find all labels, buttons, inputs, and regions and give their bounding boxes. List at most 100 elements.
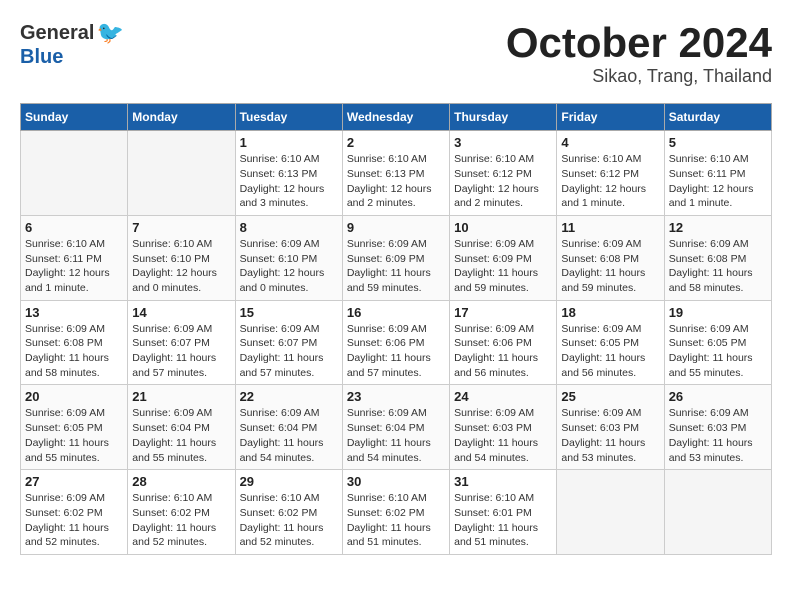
day-number: 25 <box>561 389 659 404</box>
calendar-cell <box>21 131 128 216</box>
calendar-cell: 20Sunrise: 6:09 AMSunset: 6:05 PMDayligh… <box>21 385 128 470</box>
calendar-cell: 5Sunrise: 6:10 AMSunset: 6:11 PMDaylight… <box>664 131 771 216</box>
cell-info: Sunrise: 6:09 AMSunset: 6:03 PMDaylight:… <box>561 406 659 465</box>
logo-general-text: General <box>20 22 94 45</box>
calendar-week-5: 27Sunrise: 6:09 AMSunset: 6:02 PMDayligh… <box>21 470 772 555</box>
calendar-cell: 2Sunrise: 6:10 AMSunset: 6:13 PMDaylight… <box>342 131 449 216</box>
location-title: Sikao, Trang, Thailand <box>506 66 772 87</box>
day-number: 7 <box>132 220 230 235</box>
cell-info: Sunrise: 6:10 AMSunset: 6:12 PMDaylight:… <box>454 152 552 211</box>
calendar-cell: 7 Sunrise: 6:10 AMSunset: 6:10 PMDaylight… <box>128 215 235 300</box>
cell-info: Sunrise: 6:10 AMSunset: 6:02 PMDaylight:… <box>240 491 338 550</box>
calendar-cell: 30 Sunrise: 6:10 AMSunset: 6:02 PMDayligh… <box>342 470 449 555</box>
day-number: 22 <box>240 389 338 404</box>
calendar-cell: 3 Sunrise: 6:10 AMSunset: 6:12 PMDaylight… <box>450 131 557 216</box>
calendar-cell: 24Sunrise: 6:09 AMSunset: 6:03 PMDayligh… <box>450 385 557 470</box>
day-number: 14 <box>132 305 230 320</box>
logo-bird-icon: 🐦 <box>96 20 123 46</box>
weekday-header-wednesday: Wednesday <box>342 104 449 131</box>
calendar-cell: 6 Sunrise: 6:10 AMSunset: 6:11 PMDaylight… <box>21 215 128 300</box>
day-number: 30 <box>347 474 445 489</box>
weekday-header-monday: Monday <box>128 104 235 131</box>
cell-info: Sunrise: 6:10 AMSunset: 6:11 PMDaylight:… <box>25 237 123 296</box>
calendar-cell: 28 Sunrise: 6:10 AMSunset: 6:02 PMDayligh… <box>128 470 235 555</box>
day-number: 1 <box>240 135 338 150</box>
cell-info: Sunrise: 6:09 AMSunset: 6:08 PMDaylight:… <box>669 237 767 296</box>
calendar-week-2: 6 Sunrise: 6:10 AMSunset: 6:11 PMDaylight… <box>21 215 772 300</box>
cell-info: Sunrise: 6:09 AMSunset: 6:05 PMDaylight:… <box>561 322 659 381</box>
calendar-cell: 18 Sunrise: 6:09 AMSunset: 6:05 PMDayligh… <box>557 300 664 385</box>
calendar-week-4: 20Sunrise: 6:09 AMSunset: 6:05 PMDayligh… <box>21 385 772 470</box>
cell-info: Sunrise: 6:09 AMSunset: 6:07 PMDaylight:… <box>240 322 338 381</box>
month-title: October 2024 <box>506 20 772 66</box>
day-number: 10 <box>454 220 552 235</box>
cell-info: Sunrise: 6:10 AMSunset: 6:02 PMDaylight:… <box>132 491 230 550</box>
calendar-cell: 19 Sunrise: 6:09 AMSunset: 6:05 PMDayligh… <box>664 300 771 385</box>
calendar-cell: 4Sunrise: 6:10 AMSunset: 6:12 PMDaylight… <box>557 131 664 216</box>
day-number: 15 <box>240 305 338 320</box>
cell-info: Sunrise: 6:09 AMSunset: 6:06 PMDaylight:… <box>347 322 445 381</box>
weekday-header-thursday: Thursday <box>450 104 557 131</box>
calendar-cell: 17Sunrise: 6:09 AMSunset: 6:06 PMDayligh… <box>450 300 557 385</box>
cell-info: Sunrise: 6:09 AMSunset: 6:03 PMDaylight:… <box>669 406 767 465</box>
cell-info: Sunrise: 6:09 AMSunset: 6:07 PMDaylight:… <box>132 322 230 381</box>
calendar-cell: 14 Sunrise: 6:09 AMSunset: 6:07 PMDayligh… <box>128 300 235 385</box>
calendar-cell: 13Sunrise: 6:09 AMSunset: 6:08 PMDayligh… <box>21 300 128 385</box>
calendar-cell: 16Sunrise: 6:09 AMSunset: 6:06 PMDayligh… <box>342 300 449 385</box>
calendar-cell: 8Sunrise: 6:09 AMSunset: 6:10 PMDaylight… <box>235 215 342 300</box>
cell-info: Sunrise: 6:09 AMSunset: 6:05 PMDaylight:… <box>25 406 123 465</box>
cell-info: Sunrise: 6:09 AMSunset: 6:04 PMDaylight:… <box>347 406 445 465</box>
cell-info: Sunrise: 6:10 AMSunset: 6:10 PMDaylight:… <box>132 237 230 296</box>
calendar-cell: 11Sunrise: 6:09 AMSunset: 6:08 PMDayligh… <box>557 215 664 300</box>
cell-info: Sunrise: 6:10 AMSunset: 6:11 PMDaylight:… <box>669 152 767 211</box>
day-number: 18 <box>561 305 659 320</box>
calendar-cell: 1 Sunrise: 6:10 AMSunset: 6:13 PMDaylight… <box>235 131 342 216</box>
calendar-cell: 25 Sunrise: 6:09 AMSunset: 6:03 PMDayligh… <box>557 385 664 470</box>
weekday-header-sunday: Sunday <box>21 104 128 131</box>
calendar-cell <box>128 131 235 216</box>
cell-info: Sunrise: 6:10 AMSunset: 6:01 PMDaylight:… <box>454 491 552 550</box>
day-number: 21 <box>132 389 230 404</box>
day-number: 31 <box>454 474 552 489</box>
cell-info: Sunrise: 6:09 AMSunset: 6:04 PMDaylight:… <box>240 406 338 465</box>
calendar-cell <box>557 470 664 555</box>
weekday-header-friday: Friday <box>557 104 664 131</box>
day-number: 27 <box>25 474 123 489</box>
logo: General 🐦 Blue <box>20 20 124 69</box>
cell-info: Sunrise: 6:09 AMSunset: 6:10 PMDaylight:… <box>240 237 338 296</box>
cell-info: Sunrise: 6:10 AMSunset: 6:02 PMDaylight:… <box>347 491 445 550</box>
day-number: 12 <box>669 220 767 235</box>
day-number: 29 <box>240 474 338 489</box>
cell-info: Sunrise: 6:10 AMSunset: 6:13 PMDaylight:… <box>240 152 338 211</box>
calendar-week-3: 13Sunrise: 6:09 AMSunset: 6:08 PMDayligh… <box>21 300 772 385</box>
calendar-cell: 29 Sunrise: 6:10 AMSunset: 6:02 PMDayligh… <box>235 470 342 555</box>
weekday-header-saturday: Saturday <box>664 104 771 131</box>
day-number: 19 <box>669 305 767 320</box>
cell-info: Sunrise: 6:09 AMSunset: 6:09 PMDaylight:… <box>347 237 445 296</box>
day-number: 17 <box>454 305 552 320</box>
cell-info: Sunrise: 6:09 AMSunset: 6:05 PMDaylight:… <box>669 322 767 381</box>
calendar-cell: 9 Sunrise: 6:09 AMSunset: 6:09 PMDaylight… <box>342 215 449 300</box>
day-number: 28 <box>132 474 230 489</box>
cell-info: Sunrise: 6:09 AMSunset: 6:09 PMDaylight:… <box>454 237 552 296</box>
day-number: 23 <box>347 389 445 404</box>
calendar-table: SundayMondayTuesdayWednesdayThursdayFrid… <box>20 103 772 555</box>
day-number: 13 <box>25 305 123 320</box>
day-number: 3 <box>454 135 552 150</box>
weekday-header-tuesday: Tuesday <box>235 104 342 131</box>
weekday-header-row: SundayMondayTuesdayWednesdayThursdayFrid… <box>21 104 772 131</box>
calendar-cell: 27Sunrise: 6:09 AMSunset: 6:02 PMDayligh… <box>21 470 128 555</box>
calendar-cell: 15 Sunrise: 6:09 AMSunset: 6:07 PMDayligh… <box>235 300 342 385</box>
day-number: 6 <box>25 220 123 235</box>
day-number: 9 <box>347 220 445 235</box>
title-block: October 2024 Sikao, Trang, Thailand <box>506 20 772 87</box>
cell-info: Sunrise: 6:10 AMSunset: 6:12 PMDaylight:… <box>561 152 659 211</box>
calendar-week-1: 1 Sunrise: 6:10 AMSunset: 6:13 PMDaylight… <box>21 131 772 216</box>
cell-info: Sunrise: 6:10 AMSunset: 6:13 PMDaylight:… <box>347 152 445 211</box>
calendar-cell: 31 Sunrise: 6:10 AMSunset: 6:01 PMDayligh… <box>450 470 557 555</box>
calendar-cell: 22 Sunrise: 6:09 AMSunset: 6:04 PMDayligh… <box>235 385 342 470</box>
calendar-cell: 26Sunrise: 6:09 AMSunset: 6:03 PMDayligh… <box>664 385 771 470</box>
cell-info: Sunrise: 6:09 AMSunset: 6:04 PMDaylight:… <box>132 406 230 465</box>
calendar-cell <box>664 470 771 555</box>
cell-info: Sunrise: 6:09 AMSunset: 6:03 PMDaylight:… <box>454 406 552 465</box>
